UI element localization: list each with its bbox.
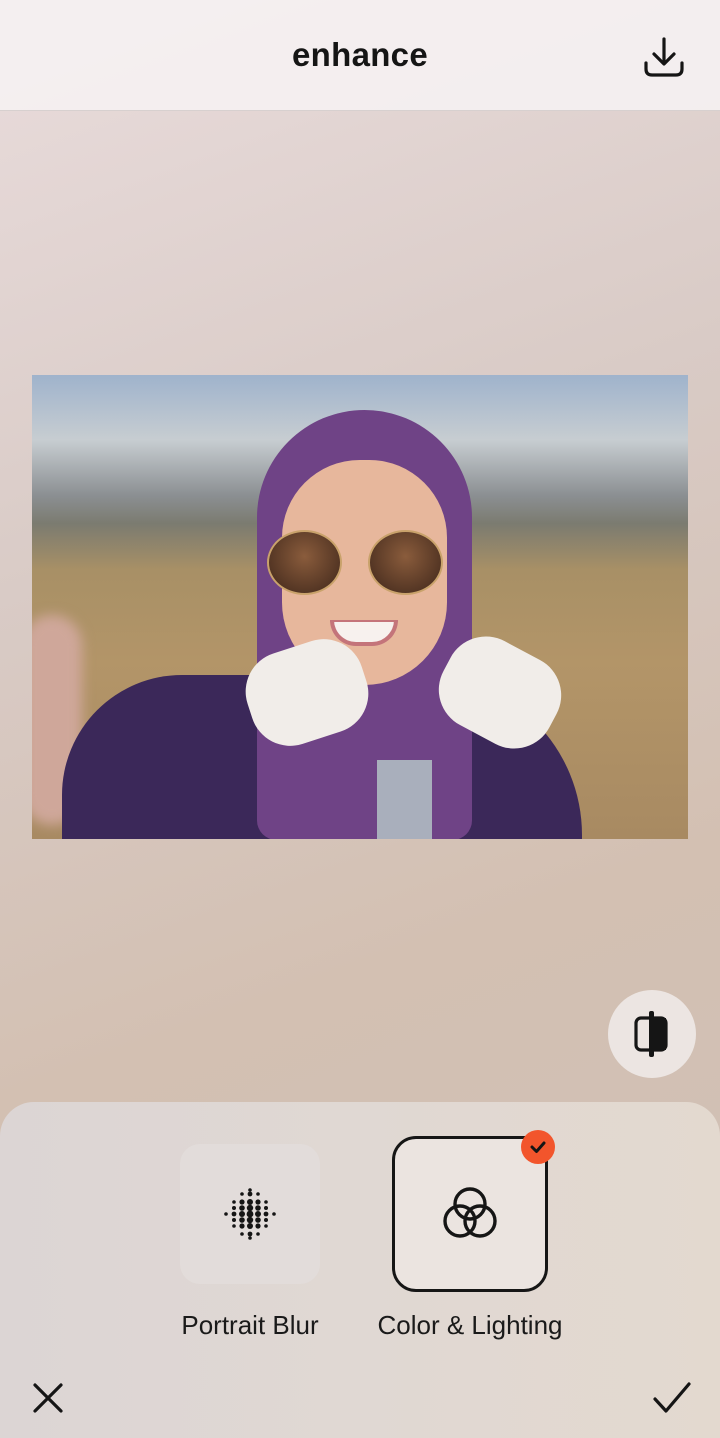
close-icon	[33, 1383, 63, 1413]
apply-button[interactable]	[650, 1376, 694, 1420]
tool-portrait-blur[interactable]	[180, 1144, 320, 1284]
download-button[interactable]	[638, 32, 690, 82]
download-icon	[644, 37, 684, 77]
edited-photo	[32, 375, 688, 839]
tool-label-color-lighting: Color & Lighting	[377, 1310, 563, 1340]
check-small-icon	[530, 1141, 546, 1153]
tools-panel	[0, 1102, 720, 1438]
compare-toggle-button[interactable]	[608, 990, 696, 1078]
page-title: enhance	[292, 36, 428, 73]
cancel-button[interactable]	[28, 1378, 68, 1418]
checkmark-icon	[653, 1382, 691, 1413]
compare-split-icon	[634, 1011, 668, 1057]
color-lighting-rings-icon	[443, 1187, 497, 1238]
top-bar: enhance	[0, 0, 720, 111]
portrait-blur-dots-icon	[224, 1188, 276, 1240]
selected-check-badge	[521, 1130, 555, 1164]
tool-color-lighting[interactable]	[392, 1136, 548, 1292]
tool-label-portrait-blur: Portrait Blur	[181, 1310, 319, 1340]
